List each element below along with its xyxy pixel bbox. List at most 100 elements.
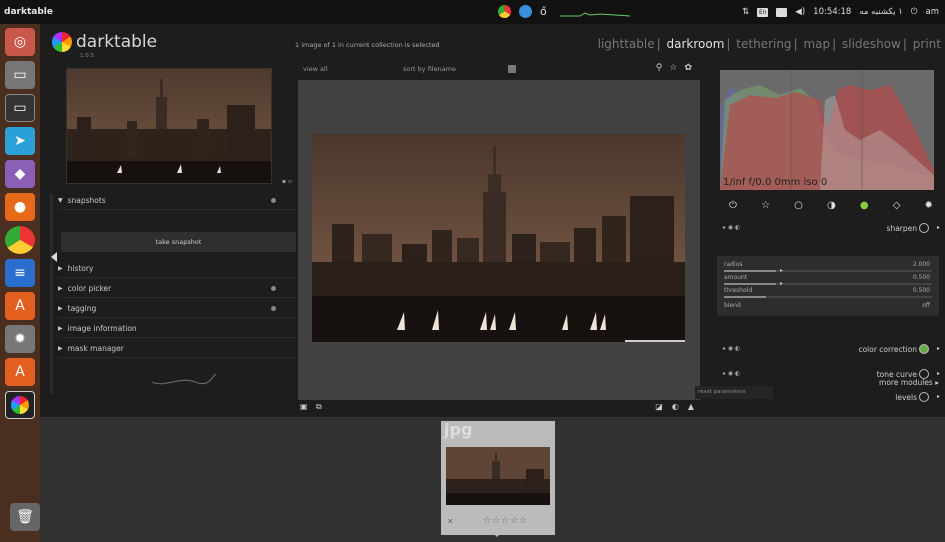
color-group-icon[interactable]: ● [860, 200, 869, 211]
power-icon[interactable]: ⏻ [911, 7, 918, 17]
software-center-icon[interactable]: A [5, 292, 35, 320]
gamut-check-icon[interactable]: ▲ [688, 402, 694, 411]
image-viewer-icon[interactable]: ◆ [5, 160, 35, 188]
more-modules-button[interactable]: more modules ▸ [879, 378, 939, 387]
trash-icon[interactable]: 🗑 [10, 503, 40, 531]
module-arrow-icon[interactable]: ▸ [937, 370, 940, 377]
duplicate-icon[interactable]: ⧉ [316, 402, 322, 412]
sort-dropdown[interactable]: sort by filename [403, 65, 456, 73]
slider-marker: ▸ [780, 267, 784, 274]
param-radius[interactable]: radius 2.000 ▸ [724, 261, 932, 274]
user-name[interactable]: am [926, 7, 940, 17]
steam-indicator-icon[interactable]: ő [540, 5, 552, 18]
expand-triangle-icon: ▼ [58, 197, 63, 204]
network-arrows-icon[interactable]: ⇅ [742, 7, 749, 17]
param-value: 2.000 [912, 261, 930, 268]
collapse-left-panel-icon[interactable] [51, 252, 57, 262]
module-mask-manager[interactable]: ▶ mask manager [58, 340, 296, 358]
blend-dropdown[interactable]: off [922, 302, 930, 309]
module-preset-icon[interactable] [271, 198, 276, 203]
navigation-zoom-indicator[interactable]: ▪ ▫ [282, 178, 292, 185]
view-slideshow[interactable]: slideshow [842, 37, 901, 51]
module-arrow-icon[interactable]: ▸ [937, 393, 940, 400]
view-switcher: lighttable | darkroom | tethering | map | sl… [597, 37, 941, 51]
firefox-icon[interactable]: ● [5, 193, 35, 221]
view-lighttable[interactable]: lighttable [598, 37, 655, 51]
chrome-indicator-icon[interactable] [498, 5, 511, 18]
tone-group-icon[interactable]: ◑ [827, 200, 836, 211]
reject-icon[interactable]: ✕ [447, 517, 454, 526]
active-modules-power-icon[interactable]: ⏻ [729, 200, 737, 211]
zoom-search-icon[interactable]: ⚲ [656, 63, 663, 73]
clock[interactable]: 10:54:18 [813, 7, 851, 17]
take-snapshot-button[interactable]: take snapshot [61, 232, 296, 252]
effect-group-icon[interactable]: ✹ [925, 200, 933, 211]
darkroom-canvas[interactable] [298, 80, 700, 400]
star-icon[interactable]: ☆ [669, 63, 677, 73]
view-print[interactable]: print [913, 37, 941, 51]
module-tagging[interactable]: ▶ tagging [58, 300, 296, 318]
basic-group-circle-icon[interactable]: ○ [794, 200, 803, 211]
histogram[interactable]: 1/inf f/0.0 0mm iso 0 [720, 70, 934, 190]
view-darkroom[interactable]: darkroom [667, 37, 725, 51]
reset-parameters-tooltip: reset parameters [695, 386, 773, 399]
module-label: levels [895, 393, 917, 402]
sharpen-params: radius 2.000 ▸ amount 0.500 ▸ threshold … [717, 256, 939, 316]
main-image[interactable] [312, 134, 685, 342]
keyboard-layout-icon[interactable]: En [757, 7, 769, 17]
module-image-information[interactable]: ▶ image information [58, 320, 296, 338]
file-manager-icon[interactable]: ▭ [5, 61, 35, 89]
softproof-icon[interactable]: ◐ [672, 402, 679, 411]
module-preset-icon[interactable] [271, 306, 276, 311]
filmstrip-thumbnail[interactable]: jpg ✕ ☆☆☆☆☆ [441, 421, 555, 535]
ubuntu-launcher: ◎ ▭ ▭ ➤ ◆ ● ≡ A ✹ A 🗑 [0, 24, 40, 542]
param-blend[interactable]: blend off [724, 302, 932, 314]
mail-icon[interactable] [776, 7, 788, 17]
settings-icon[interactable]: ✹ [5, 325, 35, 353]
module-preset-icon[interactable] [271, 286, 276, 291]
correct-group-icon[interactable]: ◇ [893, 200, 901, 211]
module-arrow-icon[interactable]: ▸ [937, 224, 940, 231]
navigation-thumbnail[interactable] [66, 68, 272, 184]
module-arrow-icon[interactable]: ▸ [937, 345, 940, 352]
main-photo-skyline [312, 134, 685, 342]
filmstrip: jpg ✕ ☆☆☆☆☆ [40, 417, 945, 542]
module-label: image information [67, 324, 137, 333]
view-map[interactable]: map [803, 37, 830, 51]
param-slider[interactable] [724, 270, 932, 272]
param-amount[interactable]: amount 0.500 ▸ [724, 274, 932, 287]
module-controls-icon[interactable]: ▸ ◉ ◐ [723, 224, 740, 231]
telegram-icon[interactable]: ➤ [5, 127, 35, 155]
module-color-picker[interactable]: ▶ color picker [58, 280, 296, 298]
terminal-icon[interactable]: ▭ [5, 94, 35, 122]
slider-fill [724, 283, 776, 285]
filmstrip-image[interactable] [446, 447, 550, 505]
date[interactable]: ١ يكشنبه مه [859, 7, 902, 17]
volume-icon[interactable]: ◀) [795, 7, 805, 17]
styles-icon[interactable]: ▣ [300, 402, 308, 411]
module-label: tagging [67, 304, 97, 313]
overexposure-icon[interactable]: ◪ [655, 402, 663, 411]
param-slider[interactable] [724, 296, 932, 298]
darktable-launcher-icon[interactable] [5, 391, 35, 419]
writer-icon[interactable]: ≡ [5, 259, 35, 287]
favorites-star-icon[interactable]: ☆ [761, 200, 770, 211]
module-history[interactable]: ▶ history [58, 260, 296, 278]
preferences-gear-icon[interactable]: ✿ [684, 63, 692, 73]
levels-icon [919, 392, 929, 402]
view-tethering[interactable]: tethering [736, 37, 791, 51]
module-color-correction-header[interactable]: ▸ ◉ ◐ color correction ▸ [717, 342, 943, 359]
param-slider[interactable] [724, 283, 932, 285]
software-updater-icon[interactable]: A [5, 358, 35, 386]
chrome-icon[interactable] [5, 226, 35, 254]
module-controls-icon[interactable]: ▸ ◉ ◐ [723, 370, 740, 377]
module-sharpen-header[interactable]: ▸ ◉ ◐ sharpen ▸ [717, 221, 943, 238]
param-threshold[interactable]: threshold 0.500 [724, 287, 932, 299]
view-filter-dropdown[interactable]: view all [303, 65, 328, 73]
module-snapshots[interactable]: ▼ snapshots [58, 192, 296, 210]
sort-order-toggle[interactable] [508, 65, 516, 73]
sync-indicator-icon[interactable] [519, 5, 532, 18]
star-rating[interactable]: ☆☆☆☆☆ [483, 516, 528, 526]
dash-home-icon[interactable]: ◎ [5, 28, 35, 56]
module-controls-icon[interactable]: ▸ ◉ ◐ [723, 345, 740, 352]
